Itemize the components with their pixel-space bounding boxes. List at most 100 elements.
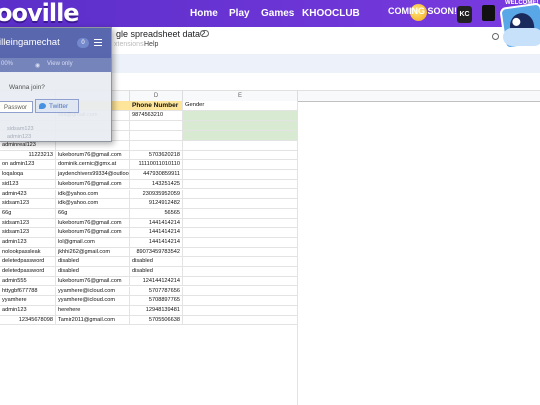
cell-email[interactable]: dominik.cernic@gmx.at [56, 160, 130, 171]
cell-email[interactable]: disabled [56, 257, 130, 268]
twitter-button[interactable]: Twitter [35, 99, 79, 113]
cell-gender[interactable] [183, 208, 298, 219]
cell-username[interactable]: loqaloqa [0, 170, 56, 180]
password-button[interactable]: Passwor [0, 101, 33, 113]
cell-username[interactable]: 66g [0, 208, 56, 219]
cell-gender[interactable] [183, 141, 298, 151]
cell-phone[interactable]: 1441414214 [130, 218, 183, 229]
cell-gender[interactable] [183, 179, 298, 190]
cell-email[interactable]: lukeborum76@gmail.com [56, 228, 130, 238]
cell-email[interactable]: lukeborum76@gmail.com [56, 179, 130, 190]
cell-email[interactable]: jkhhi262@gmail.com [56, 247, 130, 258]
cell-username[interactable]: 11223213 [0, 150, 56, 161]
cell-gender[interactable] [183, 296, 298, 306]
cell-gender[interactable] [183, 286, 298, 297]
cell-gender[interactable] [183, 247, 298, 258]
cell-gender[interactable] [183, 150, 298, 161]
menu-icon[interactable] [94, 39, 102, 46]
cell-phone[interactable]: 1441414214 [130, 238, 183, 248]
cell-username[interactable]: nolookpassleak [0, 247, 56, 258]
cell-email[interactable]: 66g [56, 208, 130, 219]
cell-phone[interactable]: 9874563210 [130, 111, 183, 121]
cell-gender[interactable] [183, 257, 298, 268]
cell-email[interactable]: Tamir2011@gmail.com [56, 315, 130, 326]
cell-username[interactable]: httygbf677788 [0, 286, 56, 297]
cell-gender[interactable] [183, 160, 298, 171]
cell-gender[interactable] [183, 305, 298, 316]
cell-email[interactable]: lukeborum76@gmail.com [56, 276, 130, 287]
cell-phone[interactable]: 12948139481 [130, 305, 183, 316]
column-header[interactable]: E [183, 91, 298, 101]
cell-email[interactable]: yyamhere@icloud.com [56, 296, 130, 306]
cell-username[interactable]: admin123 [0, 305, 56, 316]
cell-phone[interactable]: 5708897765 [130, 296, 183, 306]
cell-gender[interactable] [183, 228, 298, 238]
cell-phone[interactable] [130, 141, 183, 151]
cell-username[interactable]: admin123 [0, 238, 56, 248]
cell-username[interactable]: sidsam123 [0, 218, 56, 229]
menu-help[interactable]: Help [144, 41, 158, 48]
cell-username[interactable]: 12345678098 [0, 315, 56, 326]
cell-email[interactable]: lol@gmail.com [56, 238, 130, 248]
nav-play[interactable]: Play [229, 0, 250, 27]
cell-phone[interactable]: 9124912482 [130, 199, 183, 209]
cell-phone[interactable]: disabled [130, 257, 183, 268]
cell-phone[interactable]: 447930859911 [130, 170, 183, 180]
cell-phone[interactable]: 230935952059 [130, 189, 183, 200]
cell-username[interactable]: sidsam123 [0, 199, 56, 209]
cell-username[interactable]: deletedpassword [0, 257, 56, 268]
cell-gender[interactable] [183, 276, 298, 287]
cell-email[interactable]: herehere [56, 305, 130, 316]
cell-phone[interactable]: 143251425 [130, 179, 183, 190]
cell-gender[interactable] [183, 199, 298, 209]
cell-gender[interactable] [183, 189, 298, 200]
cell-gender[interactable] [183, 111, 298, 121]
cell-username[interactable]: adminreal123 [0, 141, 56, 151]
cell-gender[interactable] [183, 267, 298, 277]
cell-username[interactable]: yyamhere [0, 296, 56, 306]
cell-phone[interactable]: disabled [130, 267, 183, 277]
cell-email[interactable]: yyamhere@icloud.com [56, 286, 130, 297]
cell-email[interactable]: disabled [56, 267, 130, 277]
cell-username[interactable]: admin555 [0, 276, 56, 287]
cell-username[interactable]: deletedpassword [0, 267, 56, 277]
cell-phone[interactable] [130, 121, 183, 131]
cell-gender[interactable] [183, 238, 298, 248]
cell-username[interactable]: on admin123 [0, 160, 56, 171]
kc-badge[interactable]: KC [457, 6, 472, 23]
column-header[interactable]: D [130, 91, 183, 101]
chat-panel[interactable]: illeingamechat 0 00% ◉ View only sidsam1… [0, 27, 112, 142]
menu-extensions[interactable]: xtensions [114, 41, 144, 48]
cell-email[interactable]: idk@yahoo.com [56, 199, 130, 209]
nav-home[interactable]: Home [190, 0, 218, 27]
cell-email[interactable] [56, 141, 130, 151]
cell-gender[interactable] [183, 170, 298, 180]
cell-phone[interactable]: 56565 [130, 208, 183, 219]
cell-phone[interactable]: 5707787656 [130, 286, 183, 297]
header-phone[interactable]: Phone Number [130, 101, 183, 111]
cell-email[interactable]: lukeborum76@gmail.com [56, 218, 130, 229]
nav-games[interactable]: Games [261, 0, 294, 27]
cell-gender[interactable] [183, 218, 298, 229]
cell-gender[interactable] [183, 121, 298, 131]
globe-icon[interactable] [492, 33, 499, 40]
header-gender[interactable]: Gender [183, 101, 298, 111]
cell-gender[interactable] [183, 315, 298, 326]
cell-phone[interactable]: 5703620218 [130, 150, 183, 161]
share-button[interactable] [503, 28, 540, 46]
cell-phone[interactable]: 1441414214 [130, 228, 183, 238]
nav-khooclub[interactable]: KHOOCLUB [302, 0, 360, 27]
cell-username[interactable]: sid123 [0, 179, 56, 190]
flag-icon[interactable] [482, 5, 495, 21]
cell-phone[interactable]: 89073459783542 [130, 247, 183, 258]
cell-phone[interactable] [130, 131, 183, 141]
cell-email[interactable]: idk@yahoo.com [56, 189, 130, 200]
document-title[interactable]: gle spreadsheet data? [116, 29, 205, 39]
cell-email[interactable]: jaydenchivers99334@outlool [56, 170, 130, 180]
cell-phone[interactable]: 124144124214 [130, 276, 183, 287]
cell-username[interactable]: sidsam123 [0, 228, 56, 238]
cell-email[interactable]: lukeborum76@gmail.com [56, 150, 130, 161]
cell-phone[interactable]: 5705506638 [130, 315, 183, 326]
cell-username[interactable]: admin423 [0, 189, 56, 200]
cell-gender[interactable] [183, 131, 298, 141]
